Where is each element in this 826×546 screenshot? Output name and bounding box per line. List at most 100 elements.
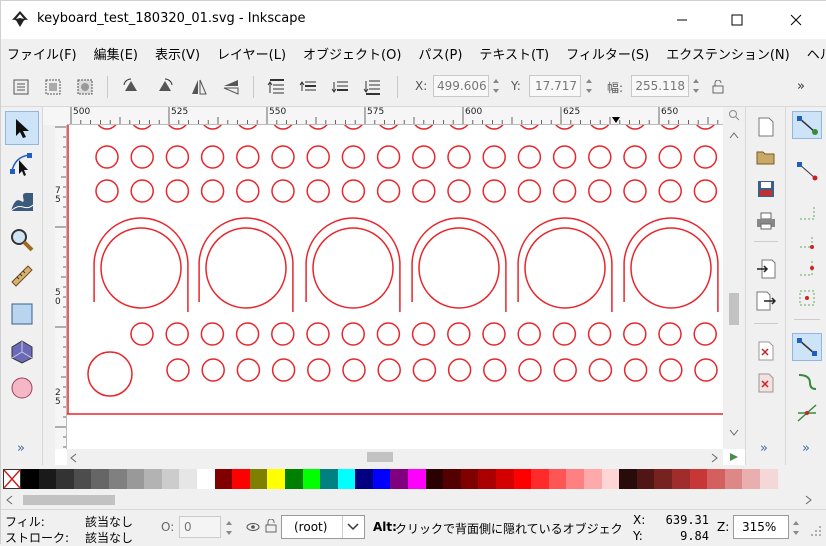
key-circle[interactable] [165,322,189,346]
key-circle[interactable] [200,179,225,203]
key-circle[interactable] [165,145,190,169]
resize-grip-icon[interactable] [809,524,823,538]
key-circle[interactable] [271,322,295,346]
menu-object[interactable]: オブジェクト(O) [303,44,401,63]
rectangle-tool[interactable] [5,297,39,331]
palette-swatch[interactable] [144,469,162,489]
key-circle[interactable] [482,145,506,169]
lower-to-bottom-button[interactable] [361,75,385,99]
key-circle[interactable] [95,145,119,169]
palette-swatch[interactable] [496,469,514,489]
palette-swatch[interactable] [161,469,180,489]
key-circle[interactable] [447,358,472,382]
vertical-scrollbar[interactable] [723,107,745,449]
key-circle[interactable] [587,322,612,346]
key-circle[interactable] [482,179,506,203]
key-circle[interactable] [341,179,366,203]
key-circle[interactable] [482,322,506,346]
minimize-button[interactable] [659,1,705,39]
cut-button[interactable] [754,371,778,395]
key-circle[interactable] [235,322,260,346]
key-circle-top[interactable] [518,125,540,130]
key-circle[interactable] [200,322,225,346]
palette-swatch[interactable] [196,469,215,489]
layer-visibility-icon[interactable] [245,521,261,533]
no-paint-icon[interactable] [3,469,21,489]
3d-box-tool[interactable] [5,335,39,369]
x-input[interactable]: 499.606 [433,75,489,97]
key-circle-top[interactable] [659,125,681,130]
key-circle[interactable] [376,179,401,203]
x-spinner-icon[interactable] [491,75,501,97]
key-circle[interactable] [165,179,190,203]
key-circle-top[interactable] [202,125,224,130]
key-circle-top[interactable] [413,125,435,130]
select-all-button[interactable] [9,75,33,99]
palette-swatch[interactable] [249,469,268,489]
key-circle[interactable] [623,358,648,382]
large-key-circle[interactable] [418,227,500,309]
menu-layer[interactable]: レイヤー(L) [217,44,286,63]
key-circle[interactable] [236,145,260,169]
large-key-circle[interactable] [205,227,287,309]
raise-button[interactable] [297,75,321,99]
large-key-circle[interactable] [312,227,394,309]
scroll-up-icon[interactable] [729,131,739,139]
key-circle[interactable] [658,179,682,203]
stabilizer-arc[interactable] [305,217,401,313]
key-circle-top[interactable] [272,125,294,130]
snap-overflow-button[interactable]: » [802,441,810,456]
key-circle[interactable] [411,322,436,346]
stabilizer-arc[interactable] [198,217,294,313]
deselect-button[interactable] [73,75,97,99]
menu-view[interactable]: 表示(V) [155,44,200,63]
zoom-tool[interactable] [5,223,39,257]
key-circle[interactable] [236,179,260,203]
palette-swatch[interactable] [478,469,497,489]
palette-swatch[interactable] [724,469,743,489]
palette-swatch[interactable] [548,469,567,489]
key-circle[interactable] [553,358,577,382]
key-circle[interactable] [658,145,682,169]
key-circle[interactable] [412,145,436,169]
key-circle[interactable] [517,179,542,203]
y-input[interactable]: 17.717 [529,75,581,97]
close-button[interactable] [773,1,819,39]
palette-swatch[interactable] [337,469,356,489]
key-circle[interactable] [271,145,295,169]
palette-swatch[interactable] [408,469,426,489]
stabilizer-arc[interactable] [517,217,613,313]
palette-swatch[interactable] [531,469,549,489]
palette-scroll-thumb[interactable] [23,495,115,505]
rotate-ccw-button[interactable] [119,75,143,99]
palette-swatch[interactable] [126,469,145,489]
flip-vertical-button[interactable] [219,75,243,99]
key-circle-top[interactable] [342,125,364,130]
key-circle[interactable] [200,145,225,169]
palette-swatch[interactable] [284,469,303,489]
menu-file[interactable]: ファイル(F) [7,44,77,63]
palette-swatch[interactable] [584,469,602,489]
palette-swatch[interactable] [56,469,74,489]
snap-bbox-center-toggle[interactable] [792,283,822,311]
key-circle[interactable] [271,358,296,382]
delete-button[interactable] [754,339,778,363]
palette-scroll-right-icon[interactable] [805,495,813,505]
key-circle[interactable] [412,358,437,382]
ellipse-tool[interactable] [5,371,39,405]
toolbar-overflow-button[interactable]: » [797,79,805,94]
vertical-ruler[interactable]: 7 5 5 0 2 5 [55,125,67,449]
node-tool[interactable] [5,147,39,181]
palette-swatch[interactable] [108,469,127,489]
palette-scrollbar[interactable] [1,491,826,509]
horizontal-scroll-thumb[interactable] [367,452,393,462]
palette-swatch[interactable] [390,469,409,489]
key-circle-top[interactable] [96,125,118,130]
open-button[interactable] [754,145,778,169]
palette-swatch[interactable] [38,469,57,489]
lock-icon[interactable] [712,80,724,94]
drawing-canvas[interactable] [67,125,723,449]
key-circle[interactable] [552,145,577,169]
palette-swatch[interactable] [671,469,690,489]
print-button[interactable] [754,209,778,233]
